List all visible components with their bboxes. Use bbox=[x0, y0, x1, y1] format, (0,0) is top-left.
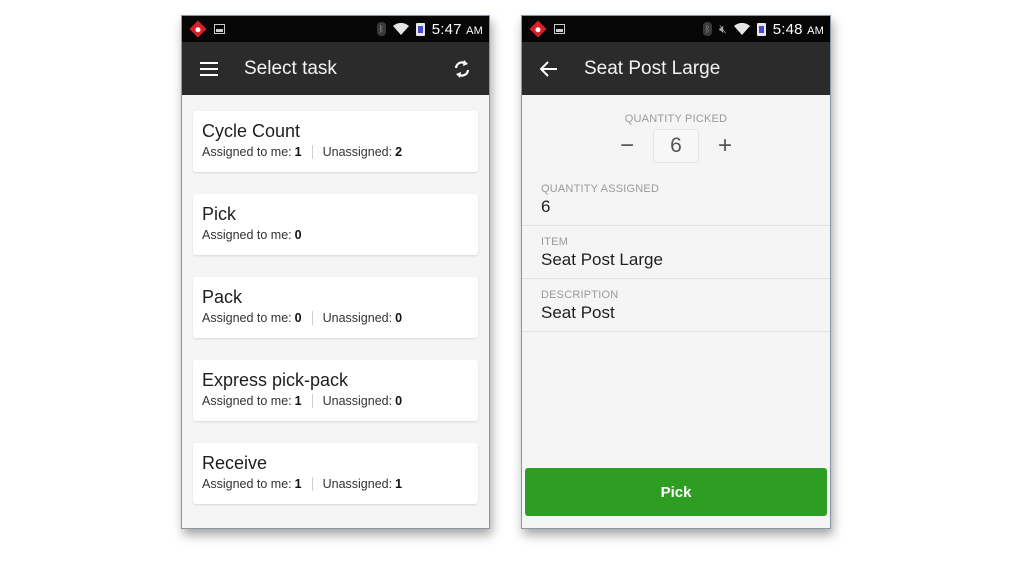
wifi-icon bbox=[733, 23, 750, 35]
refresh-button[interactable] bbox=[451, 58, 473, 80]
quantity-stepper: − 6 + bbox=[522, 129, 830, 163]
decrement-button[interactable]: − bbox=[609, 131, 645, 161]
wifi-icon bbox=[392, 23, 409, 35]
assigned-count: 1 bbox=[294, 145, 302, 159]
field-item: ITEM Seat Post Large bbox=[522, 226, 830, 279]
divider bbox=[311, 145, 313, 159]
task-card-pick[interactable]: Pick Assigned to me: 0 bbox=[193, 194, 478, 255]
menu-button[interactable] bbox=[198, 58, 220, 80]
assigned-count: 1 bbox=[294, 394, 302, 408]
assigned-count: 1 bbox=[294, 477, 302, 491]
battery-icon bbox=[756, 22, 766, 36]
task-title: Express pick-pack bbox=[202, 370, 349, 390]
increment-button[interactable]: + bbox=[707, 131, 743, 161]
assigned-count: 0 bbox=[294, 228, 302, 242]
unassigned-count: 0 bbox=[395, 311, 403, 325]
assigned-label: Assigned to me: bbox=[202, 477, 292, 491]
assigned-label: Assigned to me: bbox=[202, 311, 292, 325]
field-label: ITEM bbox=[541, 236, 569, 248]
field-value: Seat Post bbox=[541, 303, 615, 322]
field-description: DESCRIPTION Seat Post bbox=[522, 279, 830, 332]
field-value: Seat Post Large bbox=[541, 250, 663, 269]
task-list: Cycle Count Assigned to me: 1 Unassigned… bbox=[182, 95, 489, 528]
page-title: Seat Post Large bbox=[584, 57, 721, 79]
item-detail-screen: ᛒ 🔇︎ 5:48 AM Seat Post Large QUANTITY PI… bbox=[521, 15, 831, 529]
unassigned-label: Unassigned: bbox=[322, 145, 393, 159]
task-title: Pack bbox=[202, 287, 243, 307]
bluetooth-icon: ᛒ bbox=[703, 22, 713, 36]
status-bar: ᛒ 🔇︎ 5:48 AM bbox=[522, 16, 830, 42]
app-notification-icon bbox=[529, 20, 547, 38]
task-card-express-pick-pack[interactable]: Express pick-pack Assigned to me: 1 Unas… bbox=[193, 360, 478, 421]
quantity-picked-section: QUANTITY PICKED − 6 + bbox=[522, 95, 830, 163]
back-button[interactable] bbox=[538, 58, 560, 80]
task-title: Cycle Count bbox=[202, 121, 301, 141]
field-quantity-assigned: QUANTITY ASSIGNED 6 bbox=[522, 173, 830, 226]
task-card-cycle-count[interactable]: Cycle Count Assigned to me: 1 Unassigned… bbox=[193, 111, 478, 172]
task-title: Pick bbox=[202, 204, 237, 224]
unassigned-label: Unassigned: bbox=[322, 394, 393, 408]
quantity-picked-label: QUANTITY PICKED bbox=[624, 113, 728, 125]
unassigned-count: 1 bbox=[395, 477, 403, 491]
task-title: Receive bbox=[202, 453, 268, 473]
divider bbox=[311, 477, 313, 491]
assigned-label: Assigned to me: bbox=[202, 394, 292, 408]
clock: 5:47 AM bbox=[431, 20, 483, 38]
divider bbox=[311, 394, 313, 408]
assigned-count: 0 bbox=[294, 311, 302, 325]
field-value: 6 bbox=[541, 197, 551, 216]
field-label: DESCRIPTION bbox=[541, 289, 619, 301]
refresh-icon bbox=[454, 59, 470, 78]
image-icon bbox=[554, 24, 565, 34]
field-label: QUANTITY ASSIGNED bbox=[541, 183, 660, 195]
clock: 5:48 AM bbox=[772, 20, 824, 38]
task-card-pack[interactable]: Pack Assigned to me: 0 Unassigned: 0 bbox=[193, 277, 478, 338]
back-arrow-icon bbox=[540, 60, 557, 77]
divider bbox=[311, 311, 313, 325]
assigned-label: Assigned to me: bbox=[202, 145, 292, 159]
battery-icon bbox=[415, 22, 425, 36]
unassigned-label: Unassigned: bbox=[322, 311, 393, 325]
unassigned-count: 0 bbox=[395, 394, 403, 408]
pick-button[interactable]: Pick bbox=[525, 468, 827, 516]
app-notification-icon bbox=[189, 20, 207, 38]
app-bar: Select task bbox=[182, 42, 489, 95]
status-bar: ᛒ 5:47 AM bbox=[182, 16, 489, 42]
mute-icon: 🔇︎ bbox=[719, 21, 727, 36]
unassigned-label: Unassigned: bbox=[322, 477, 393, 491]
quantity-picked-input[interactable]: 6 bbox=[653, 129, 699, 163]
unassigned-count: 2 bbox=[395, 145, 403, 159]
page-title: Select task bbox=[244, 57, 337, 79]
image-icon bbox=[214, 24, 225, 34]
assigned-label: Assigned to me: bbox=[202, 228, 292, 242]
select-task-screen: ᛒ 5:47 AM Select task Cycle Count Assign… bbox=[181, 15, 490, 529]
app-bar: Seat Post Large bbox=[522, 42, 830, 95]
bluetooth-icon: ᛒ bbox=[376, 22, 386, 36]
hamburger-menu-icon bbox=[200, 61, 218, 76]
task-card-receive[interactable]: Receive Assigned to me: 1 Unassigned: 1 bbox=[193, 443, 478, 504]
